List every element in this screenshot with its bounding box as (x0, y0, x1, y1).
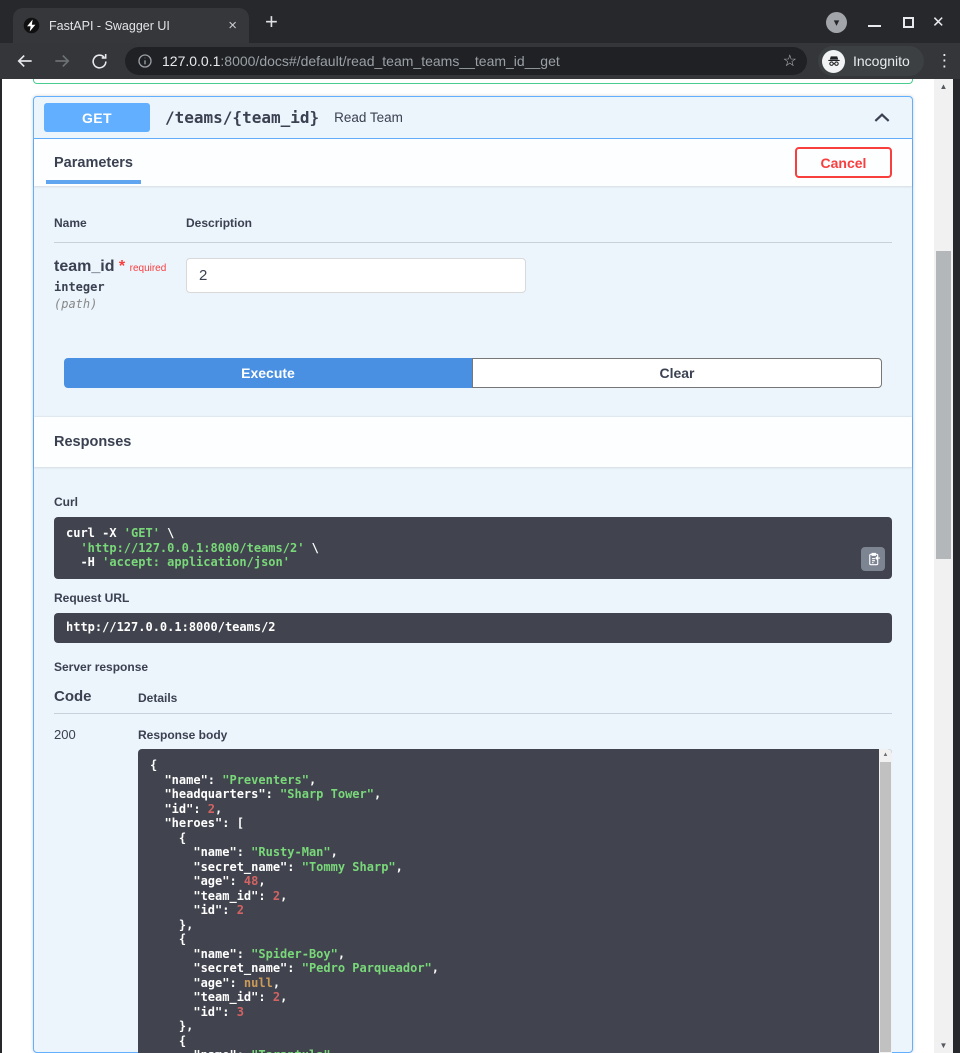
back-icon[interactable] (14, 50, 36, 72)
forward-icon[interactable] (51, 50, 73, 72)
response-details-cell: Response body { "name": "Preventers", "h… (138, 727, 892, 1053)
page-scroll-up-icon[interactable]: ▲ (934, 82, 953, 91)
reload-icon[interactable] (88, 50, 110, 72)
page-scrollbar-thumb[interactable] (936, 251, 951, 559)
responses-content: Curl curl -X 'GET' \ 'http://127.0.0.1:8… (34, 467, 912, 1053)
parameters-table-header: Name Description (54, 216, 892, 243)
parameters-tab[interactable]: Parameters (54, 155, 133, 171)
curl-label: Curl (54, 495, 78, 509)
url-text: 127.0.0.1:8000/docs#/default/read_team_t… (162, 53, 777, 69)
response-row: 200 Response body { "name": "Preventers"… (54, 727, 892, 1053)
tab-title: FastAPI - Swagger UI (49, 19, 226, 33)
operation-header[interactable]: GET /teams/{team_id} Read Team (34, 97, 912, 139)
scrollbar-thumb[interactable] (880, 762, 891, 1052)
code-column-header: Code (54, 688, 138, 705)
incognito-badge: Incognito (818, 46, 924, 76)
method-badge: GET (44, 103, 150, 132)
address-bar[interactable]: 127.0.0.1:8000/docs#/default/read_team_t… (125, 47, 807, 75)
request-url-block: http://127.0.0.1:8000/teams/2 (54, 613, 892, 643)
execute-row: Execute Clear (64, 358, 882, 388)
clear-button[interactable]: Clear (472, 358, 882, 388)
menu-icon[interactable]: ⋮ (936, 51, 953, 71)
active-tab-underline (46, 180, 141, 184)
browser-toolbar: 127.0.0.1:8000/docs#/default/read_team_t… (0, 43, 960, 79)
swagger-page: GET /teams/{team_id} Read Team Parameter… (2, 79, 934, 1053)
parameter-name-cell: team_id * required integer (path) (54, 258, 186, 311)
get-operation-block: GET /teams/{team_id} Read Team Parameter… (33, 96, 913, 1053)
details-column-header: Details (138, 691, 177, 705)
site-info-icon[interactable] (137, 53, 153, 69)
copy-to-clipboard-button[interactable] (861, 547, 885, 571)
request-url-label: Request URL (54, 591, 892, 605)
close-window-button[interactable]: ✕ (932, 13, 945, 31)
required-star: * (119, 258, 125, 275)
request-url-text: http://127.0.0.1:8000/teams/2 (66, 620, 880, 635)
minimize-button[interactable] (868, 25, 881, 27)
server-response-label: Server response (54, 660, 892, 674)
browser-tab[interactable]: FastAPI - Swagger UI × (13, 8, 249, 43)
required-label: required (130, 263, 167, 274)
scroll-up-arrow-icon[interactable]: ▲ (879, 752, 892, 758)
page-content: GET /teams/{team_id} Read Team Parameter… (0, 79, 960, 1053)
tab-search-button[interactable]: ▾ (826, 12, 847, 33)
url-host: 127.0.0.1 (162, 53, 220, 69)
tab-close-icon[interactable]: × (226, 18, 239, 33)
operation-path: /teams/{team_id} (165, 108, 319, 127)
page-scrollbar[interactable]: ▲ ▼ (934, 79, 953, 1053)
response-body-label: Response body (138, 728, 892, 742)
response-body-scrollbar[interactable]: ▲ (879, 749, 892, 1053)
responses-section-header: Responses (34, 417, 912, 467)
bookmark-star-icon[interactable]: ☆ (783, 51, 797, 71)
maximize-button[interactable] (903, 17, 914, 28)
operation-summary: Read Team (334, 110, 403, 125)
browser-window: FastAPI - Swagger UI × + ▾ ✕ 127.0.0.1:8… (0, 0, 960, 1053)
name-column-header: Name (54, 216, 186, 230)
team-id-input[interactable] (186, 258, 526, 293)
incognito-icon (822, 50, 845, 73)
page-scroll-down-icon[interactable]: ▼ (934, 1041, 953, 1050)
parameter-row: team_id * required integer (path) (54, 258, 892, 311)
parameters-table: Name Description team_id * required inte… (34, 186, 912, 388)
url-path: :8000/docs#/default/read_team_teams__tea… (220, 53, 559, 69)
cancel-button[interactable]: Cancel (795, 147, 892, 178)
response-body-json: { "name": "Preventers", "headquarters": … (150, 758, 866, 1053)
status-code: 200 (54, 727, 138, 1053)
previous-operation-edge (33, 79, 913, 84)
new-tab-button[interactable]: + (265, 9, 278, 35)
description-column-header: Description (186, 216, 252, 230)
parameters-section-header: Parameters Cancel (34, 139, 912, 186)
execute-button[interactable]: Execute (64, 358, 472, 388)
parameter-description-cell (186, 258, 526, 311)
fastapi-favicon-icon (23, 17, 40, 34)
responses-title: Responses (54, 434, 131, 450)
parameter-location: (path) (54, 297, 186, 311)
response-table-header: Code Details (54, 688, 892, 714)
incognito-label: Incognito (853, 53, 910, 69)
response-body-block: { "name": "Preventers", "headquarters": … (138, 749, 892, 1053)
tab-strip: FastAPI - Swagger UI × + ▾ ✕ (0, 0, 960, 43)
parameter-name: team_id * required (54, 258, 186, 276)
collapse-chevron-icon[interactable] (872, 108, 892, 128)
curl-command-block: curl -X 'GET' \ 'http://127.0.0.1:8000/t… (54, 517, 892, 579)
parameter-type: integer (54, 280, 186, 294)
curl-command-text: curl -X 'GET' \ 'http://127.0.0.1:8000/t… (66, 526, 880, 570)
